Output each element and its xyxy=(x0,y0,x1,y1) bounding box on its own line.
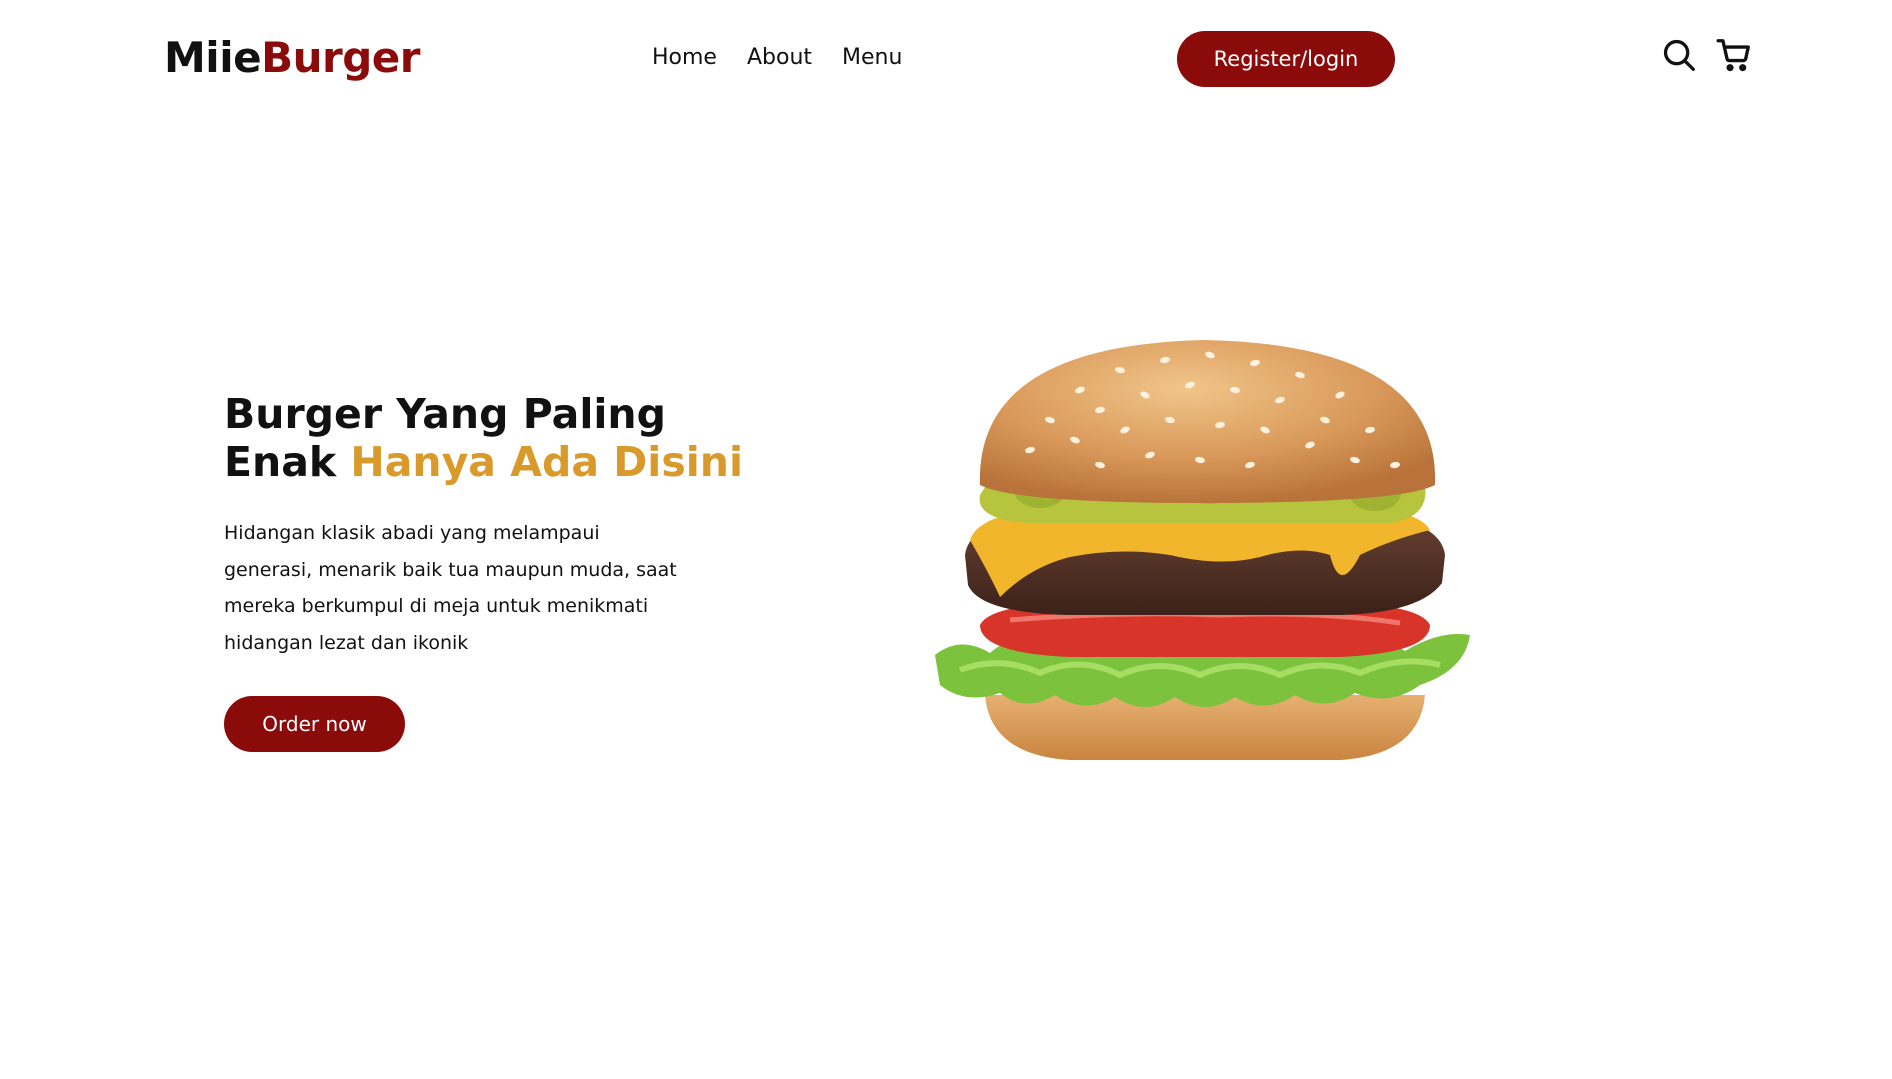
search-icon[interactable] xyxy=(1660,36,1698,74)
nav-home[interactable]: Home xyxy=(652,45,717,70)
register-login-button[interactable]: Register/login xyxy=(1177,31,1395,87)
logo[interactable]: MiieBurger xyxy=(164,33,420,82)
hero-description: Hidangan klasik abadi yang melampaui gen… xyxy=(224,522,677,654)
landing-page: MiieBurger Home About Menu Register/logi… xyxy=(0,0,1892,1079)
cart-icon[interactable] xyxy=(1715,36,1753,74)
hero-title-plain: Enak xyxy=(224,438,351,486)
main-nav: Home About Menu xyxy=(652,45,902,70)
logo-text-dark: Miie xyxy=(164,33,262,82)
hero-title-line1: Burger Yang Paling xyxy=(224,390,666,438)
burger-image xyxy=(920,335,1490,765)
logo-text-red: Burger xyxy=(261,33,420,82)
hero-title-line2: Enak Hanya Ada Disini xyxy=(224,438,743,486)
order-now-button[interactable]: Order now xyxy=(224,696,405,752)
hero-title: Burger Yang Paling Enak Hanya Ada Disini xyxy=(224,390,743,486)
hero-title-accent: Hanya Ada Disini xyxy=(350,438,744,486)
nav-about[interactable]: About xyxy=(747,45,812,70)
nav-menu[interactable]: Menu xyxy=(842,45,902,70)
